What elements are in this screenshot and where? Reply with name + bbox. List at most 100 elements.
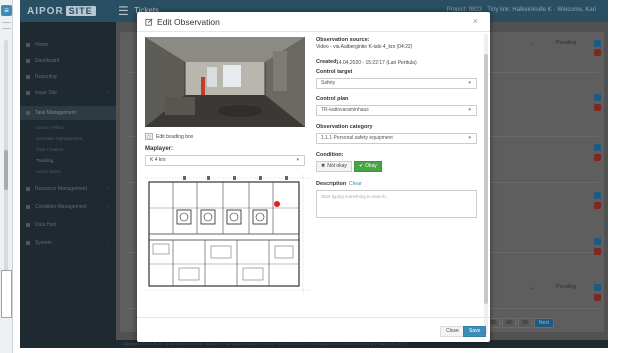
maplayer-label: Maplayer: [145, 146, 174, 152]
sidebar-subitem[interactable]: Issues / Plans [20, 122, 116, 132]
edit-icon [145, 18, 153, 26]
chevron-right-icon: › [106, 240, 108, 246]
pagination: 30 40 50 Next [486, 318, 554, 328]
strip-divider [2, 22, 11, 23]
edit-row-button[interactable] [594, 238, 601, 245]
floor-plan-drawing [145, 174, 310, 296]
condition-not-okay-button[interactable]: ✖ Not okay [316, 161, 352, 172]
control-plan-value: TR-kattovaraminhaus [321, 107, 369, 113]
control-plan-label: Control plan [316, 96, 349, 102]
observation-category-select[interactable]: 1.1.1 Personal safety equipment ▾ [316, 133, 477, 144]
chevron-down-icon: ⌄ [103, 110, 108, 116]
observation-photo [145, 37, 305, 127]
sidebar-item-label: Data Hub [35, 222, 57, 228]
okay-label: Okay [365, 163, 377, 169]
chevron-right-icon: › [106, 204, 108, 210]
chevron-down-icon: ▾ [296, 157, 299, 163]
modal-scrollbar-thumb[interactable] [484, 54, 488, 304]
strip-thumbnail [1, 270, 12, 318]
sidebar-item-reporting[interactable]: Reporting [20, 70, 116, 84]
observation-source-label: Observation source: [316, 37, 370, 43]
sidebar-item-condition-management[interactable]: Condition Management › [20, 200, 116, 214]
chevron-down-icon[interactable]: ⌄ [530, 285, 534, 291]
status-badge: Pending [556, 284, 577, 290]
sidebar-item-label: System [35, 240, 52, 246]
description-header: Description Clear [316, 181, 362, 187]
sidebar-subitem[interactable]: Task Creation [20, 144, 116, 154]
control-target-select[interactable]: Safety ▾ [316, 78, 477, 89]
data-icon [26, 223, 30, 227]
background-window-strip: ≡ [0, 0, 13, 353]
sidebar-item-label: Resource Management [35, 186, 87, 192]
sidebar-item-label: Reporting [35, 74, 57, 80]
delete-row-button[interactable] [594, 248, 601, 255]
delete-row-button[interactable] [594, 202, 601, 209]
description-input[interactable]: Start typing something to search... [316, 190, 477, 218]
observation-marker[interactable] [274, 201, 280, 207]
site-icon [26, 91, 30, 95]
save-button[interactable]: Save [463, 326, 487, 337]
edit-observation-modal: Edit Observation × ▢ Edit bouding box Ma… [137, 12, 490, 342]
floor-plan-map[interactable] [145, 174, 310, 296]
sidebar-item-issue-site[interactable]: Issue Site › [20, 86, 116, 100]
modal-header: Edit Observation × [137, 12, 490, 32]
modal-title-text: Edit Observation [157, 17, 220, 27]
strip-toggle-icon[interactable]: ≡ [1, 5, 12, 16]
checkbox-icon: ▢ [145, 133, 153, 140]
delete-row-button[interactable] [594, 294, 601, 301]
menu-icon[interactable]: ☰ [118, 4, 129, 18]
chevron-down-icon: ▾ [468, 135, 471, 141]
sidebar-subitem[interactable]: Schedule Management [20, 133, 116, 143]
system-icon [26, 241, 30, 245]
room-photo [145, 37, 305, 127]
reporting-icon [26, 75, 30, 79]
app-logo[interactable]: AIPOR SITE [27, 5, 96, 17]
close-button[interactable]: Close [440, 326, 465, 337]
edit-row-button[interactable] [594, 94, 601, 101]
edit-row-button[interactable] [594, 284, 601, 291]
sidebar-item-resource-management[interactable]: Resource Management › [20, 182, 116, 196]
control-target-value: Safety [321, 80, 336, 86]
not-okay-label: Not okay [327, 163, 347, 169]
page-next-button[interactable]: Next [534, 318, 554, 328]
modal-scrollbar[interactable] [484, 34, 488, 334]
edit-row-button[interactable] [594, 40, 601, 47]
delete-row-button[interactable] [594, 154, 601, 161]
modal-footer: Close Save [137, 317, 490, 342]
edit-row-button[interactable] [594, 144, 601, 151]
sidebar-item-label: Condition Management [35, 204, 87, 210]
sidebar-item-task-management[interactable]: Task Management ⌄ [20, 106, 116, 120]
close-icon[interactable]: × [473, 16, 478, 26]
page-button[interactable]: 50 [518, 318, 532, 328]
edit-row-button[interactable] [594, 192, 601, 199]
sidebar-item-data-hub[interactable]: Data Hub [20, 218, 116, 232]
chevron-down-icon: ▾ [468, 80, 471, 86]
strip-divider [2, 28, 11, 29]
logo-text-right: SITE [65, 6, 96, 16]
page-button[interactable]: 40 [502, 318, 516, 328]
control-plan-select[interactable]: TR-kattovaraminhaus ▾ [316, 105, 477, 116]
tasks-icon [26, 111, 30, 115]
sidebar-item-dashboard[interactable]: Dashboard [20, 54, 116, 68]
sidebar-item-system[interactable]: System › [20, 236, 116, 250]
sidebar-subitem-active[interactable]: Tracking [20, 155, 116, 165]
clear-description-link[interactable]: Clear [349, 181, 362, 187]
logo-text-left: AIPOR [27, 5, 64, 17]
delete-row-button[interactable] [594, 49, 601, 56]
condition-okay-button[interactable]: ✔ Okay [353, 161, 382, 172]
sidebar-subitem[interactable]: Action Items [20, 166, 116, 176]
edit-bounding-box-toggle[interactable]: ▢ Edit bouding box [145, 132, 193, 141]
sidebar-item-home[interactable]: Home [20, 38, 116, 52]
control-target-label: Control target [316, 69, 353, 75]
chevron-down-icon: ▾ [468, 107, 471, 113]
cross-icon: ✖ [321, 163, 326, 169]
delete-row-button[interactable] [594, 104, 601, 111]
screen: ≡ AIPOR SITE ☰ Tickets Project: 9823 · T… [0, 0, 618, 353]
chevron-down-icon[interactable]: ⌄ [530, 41, 534, 47]
condition-icon [26, 205, 30, 209]
status-badge: Pending [556, 40, 577, 46]
strip-scrollbar-thumb[interactable] [4, 150, 8, 190]
observation-source-value: Video - via Aalbergintie K-talo 4_krs (0… [316, 44, 413, 50]
dashboard-icon [26, 59, 30, 63]
maplayer-select[interactable]: K 4 krs ▾ [145, 155, 305, 166]
